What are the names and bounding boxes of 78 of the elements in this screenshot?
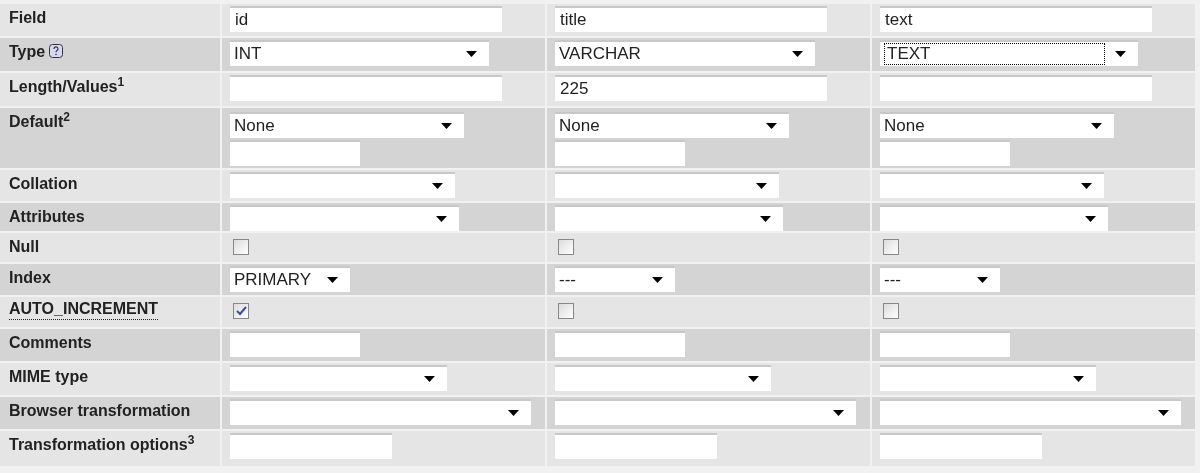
checkbox[interactable] — [233, 239, 249, 255]
check-icon — [235, 306, 247, 316]
field-label: Field — [9, 8, 47, 28]
field-label: MIME type — [9, 367, 89, 387]
caret-icon — [436, 216, 447, 222]
field-label: Collation — [9, 174, 78, 194]
caret-icon — [1115, 51, 1126, 57]
input-field[interactable]: id — [230, 6, 502, 32]
select-field[interactable] — [230, 365, 447, 391]
field-label: Default$^{2}$ — [9, 110, 70, 132]
checkbox[interactable] — [558, 239, 574, 255]
caret-icon — [1085, 216, 1096, 222]
field-label: Attributes — [9, 207, 85, 227]
checkbox[interactable] — [883, 303, 899, 319]
caret-icon — [466, 51, 477, 57]
field-label: Null — [9, 237, 40, 257]
input-field[interactable] — [880, 433, 1042, 459]
select-field[interactable] — [880, 205, 1108, 231]
caret-icon — [833, 410, 844, 416]
caret-icon — [1081, 183, 1092, 189]
field-label: Transformation options$^{3}$ — [9, 433, 195, 455]
field-label: AUTO_INCREMENT — [9, 299, 159, 320]
caret-icon — [760, 216, 771, 222]
caret-icon — [766, 123, 777, 129]
select-field[interactable] — [230, 172, 455, 198]
input-field[interactable] — [230, 433, 392, 459]
checkbox[interactable] — [558, 303, 574, 319]
input-field[interactable]: 225 — [555, 75, 827, 101]
input-field[interactable]: title — [555, 6, 827, 32]
input-field[interactable]: text — [880, 6, 1152, 32]
caret-icon — [1158, 410, 1169, 416]
caret-icon — [977, 277, 988, 283]
select-field[interactable] — [555, 205, 783, 231]
caret-icon — [424, 376, 435, 382]
input-field[interactable] — [880, 140, 1010, 166]
select-field[interactable] — [230, 205, 459, 231]
select-field[interactable] — [880, 365, 1096, 391]
select-field[interactable]: None — [880, 112, 1114, 138]
input-field[interactable] — [230, 140, 360, 166]
field-label: Comments — [9, 333, 92, 353]
caret-icon — [441, 123, 452, 129]
select-field[interactable]: TEXT — [880, 40, 1138, 66]
select-field[interactable] — [880, 399, 1181, 425]
input-field[interactable] — [230, 75, 502, 101]
checkbox[interactable] — [233, 303, 249, 319]
field-label: Index — [9, 268, 51, 288]
select-field[interactable] — [555, 399, 856, 425]
select-field[interactable]: --- — [880, 266, 1000, 292]
select-field[interactable]: VARCHAR — [555, 40, 815, 66]
caret-icon — [508, 410, 519, 416]
caret-icon — [432, 183, 443, 189]
caret-icon — [792, 51, 803, 57]
field-label: Type — [9, 42, 46, 62]
select-field[interactable] — [555, 365, 771, 391]
field-label: Length/Values$^{1}$ — [9, 75, 125, 97]
caret-icon — [1073, 376, 1084, 382]
checkbox[interactable] — [883, 239, 899, 255]
select-field[interactable]: --- — [555, 266, 675, 292]
caret-icon — [1091, 123, 1102, 129]
input-field[interactable] — [555, 433, 717, 459]
select-field[interactable]: PRIMARY — [230, 266, 350, 292]
caret-icon — [756, 183, 767, 189]
select-field[interactable]: INT — [230, 40, 489, 66]
select-field[interactable] — [555, 172, 779, 198]
input-field[interactable] — [880, 75, 1152, 101]
input-field[interactable] — [880, 331, 1010, 357]
input-field[interactable] — [230, 331, 360, 357]
caret-icon — [327, 277, 338, 283]
select-field[interactable] — [880, 172, 1104, 198]
field-label: Browser transformation — [9, 401, 191, 421]
select-field[interactable] — [230, 399, 531, 425]
help-icon[interactable] — [49, 44, 64, 58]
input-field[interactable] — [555, 140, 685, 166]
select-field[interactable]: None — [230, 112, 464, 138]
select-field[interactable]: None — [555, 112, 789, 138]
input-field[interactable] — [555, 331, 685, 357]
caret-icon — [748, 376, 759, 382]
caret-icon — [652, 277, 663, 283]
